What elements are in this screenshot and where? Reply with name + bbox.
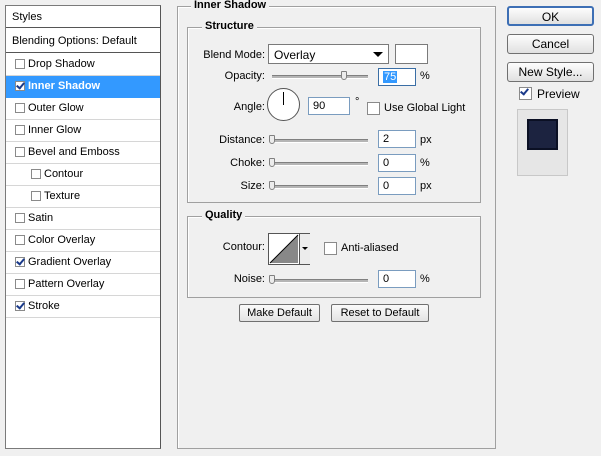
inner-shadow-panel: Inner Shadow Structure Blend Mode: Overl… — [177, 0, 496, 449]
choke-slider-track[interactable] — [272, 162, 368, 166]
angle-unit: ° — [355, 96, 360, 108]
style-item-checkbox[interactable] — [15, 213, 25, 223]
preview-swatch — [527, 119, 558, 150]
preview-thumbnail — [517, 109, 568, 176]
style-item-checkbox[interactable] — [15, 59, 25, 69]
style-item-stroke[interactable]: Stroke — [6, 296, 160, 318]
style-item-checkbox[interactable] — [15, 235, 25, 245]
style-item-label: Drop Shadow — [28, 58, 95, 70]
style-item-satin[interactable]: Satin — [6, 208, 160, 230]
style-item-checkbox[interactable] — [15, 81, 25, 91]
opacity-value: 75 — [383, 71, 398, 83]
choke-unit: % — [420, 157, 430, 169]
opacity-slider-thumb[interactable] — [341, 71, 347, 80]
distance-input[interactable]: 2 — [378, 130, 416, 148]
style-item-checkbox[interactable] — [15, 257, 25, 267]
style-item-label: Satin — [28, 212, 54, 224]
noise-slider-track[interactable] — [272, 279, 368, 283]
chevron-down-icon — [373, 52, 383, 57]
style-item-gradient-overlay[interactable]: Gradient Overlay — [6, 252, 160, 274]
style-item-checkbox[interactable] — [15, 125, 25, 135]
noise-unit: % — [420, 273, 430, 285]
opacity-slider-track[interactable] — [272, 75, 368, 79]
noise-input[interactable]: 0 — [378, 270, 416, 288]
styles-list: Styles Blending Options: Default Drop Sh… — [5, 5, 161, 449]
reset-to-default-button[interactable]: Reset to Default — [331, 304, 429, 322]
anti-aliased-label[interactable]: Anti-aliased — [341, 242, 398, 254]
distance-unit: px — [420, 134, 432, 146]
size-input[interactable]: 0 — [378, 177, 416, 195]
style-item-checkbox[interactable] — [31, 191, 41, 201]
use-global-light-checkbox[interactable] — [367, 102, 380, 115]
style-item-checkbox[interactable] — [15, 103, 25, 113]
styles-header[interactable]: Styles — [6, 6, 160, 28]
preview-label[interactable]: Preview — [537, 87, 580, 101]
structure-group: Structure Blend Mode: Overlay Opacity: 7… — [187, 20, 481, 203]
style-item-label: Pattern Overlay — [28, 278, 105, 290]
blend-mode-select[interactable]: Overlay — [268, 44, 389, 64]
choke-input[interactable]: 0 — [378, 154, 416, 172]
distance-slider-thumb[interactable] — [269, 135, 275, 144]
style-item-inner-shadow[interactable]: Inner Shadow — [6, 76, 160, 98]
style-item-color-overlay[interactable]: Color Overlay — [6, 230, 160, 252]
contour-label: Contour: — [222, 241, 265, 253]
style-item-label: Outer Glow — [28, 102, 84, 114]
style-item-pattern-overlay[interactable]: Pattern Overlay — [6, 274, 160, 296]
ok-button[interactable]: OK — [507, 6, 594, 26]
angle-dial-needle — [283, 92, 284, 105]
style-item-checkbox[interactable] — [15, 301, 25, 311]
contour-curve-icon — [269, 234, 299, 264]
size-slider-track[interactable] — [272, 185, 368, 189]
style-item-label: Contour — [44, 168, 84, 180]
opacity-label: Opacity: — [224, 70, 265, 82]
style-item-contour[interactable]: Contour — [6, 164, 160, 186]
shadow-color-swatch[interactable] — [395, 44, 428, 64]
style-item-label: Inner Glow — [28, 124, 82, 136]
quality-group: Quality Contour: Anti-aliased Noise: 0 % — [187, 209, 481, 298]
style-item-label: Texture — [44, 190, 81, 202]
blending-options-item[interactable]: Blending Options: Default — [6, 29, 160, 53]
style-item-label: Bevel and Emboss — [28, 146, 120, 158]
angle-label: Angle: — [233, 101, 265, 113]
angle-dial[interactable] — [267, 88, 300, 121]
contour-picker[interactable] — [268, 233, 310, 265]
size-slider-thumb[interactable] — [269, 181, 275, 190]
noise-slider-thumb[interactable] — [269, 275, 275, 284]
style-item-label: Gradient Overlay — [28, 256, 112, 268]
style-item-checkbox[interactable] — [15, 147, 25, 157]
preview-checkbox[interactable] — [519, 87, 532, 100]
choke-slider-thumb[interactable] — [269, 158, 275, 167]
choke-label: Choke: — [230, 157, 265, 169]
angle-input[interactable]: 90 — [308, 97, 350, 115]
contour-dropdown[interactable] — [299, 234, 310, 264]
style-item-label: Inner Shadow — [28, 80, 101, 92]
structure-title: Structure — [202, 20, 257, 32]
style-item-bevel-and-emboss[interactable]: Bevel and Emboss — [6, 142, 160, 164]
blend-mode-value: Overlay — [274, 48, 316, 62]
opacity-unit: % — [420, 70, 430, 82]
style-item-outer-glow[interactable]: Outer Glow — [6, 98, 160, 120]
distance-slider-track[interactable] — [272, 139, 368, 143]
opacity-input[interactable]: 75 — [378, 68, 416, 86]
make-default-button[interactable]: Make Default — [239, 304, 320, 322]
style-item-checkbox[interactable] — [31, 169, 41, 179]
anti-aliased-checkbox[interactable] — [324, 242, 337, 255]
cancel-button[interactable]: Cancel — [507, 34, 594, 54]
new-style-button[interactable]: New Style... — [507, 62, 594, 82]
panel-title: Inner Shadow — [191, 0, 270, 11]
use-global-light-label[interactable]: Use Global Light — [384, 102, 465, 114]
quality-title: Quality — [202, 209, 246, 221]
style-item-texture[interactable]: Texture — [6, 186, 160, 208]
style-item-label: Stroke — [28, 300, 60, 312]
style-item-inner-glow[interactable]: Inner Glow — [6, 120, 160, 142]
style-item-label: Color Overlay — [28, 234, 96, 246]
blend-mode-label: Blend Mode: — [203, 49, 265, 61]
noise-label: Noise: — [233, 273, 265, 285]
size-label: Size: — [240, 180, 265, 192]
size-unit: px — [420, 180, 432, 192]
distance-label: Distance: — [219, 134, 265, 146]
style-item-drop-shadow[interactable]: Drop Shadow — [6, 54, 160, 76]
chevron-down-icon — [302, 247, 308, 250]
style-item-checkbox[interactable] — [15, 279, 25, 289]
